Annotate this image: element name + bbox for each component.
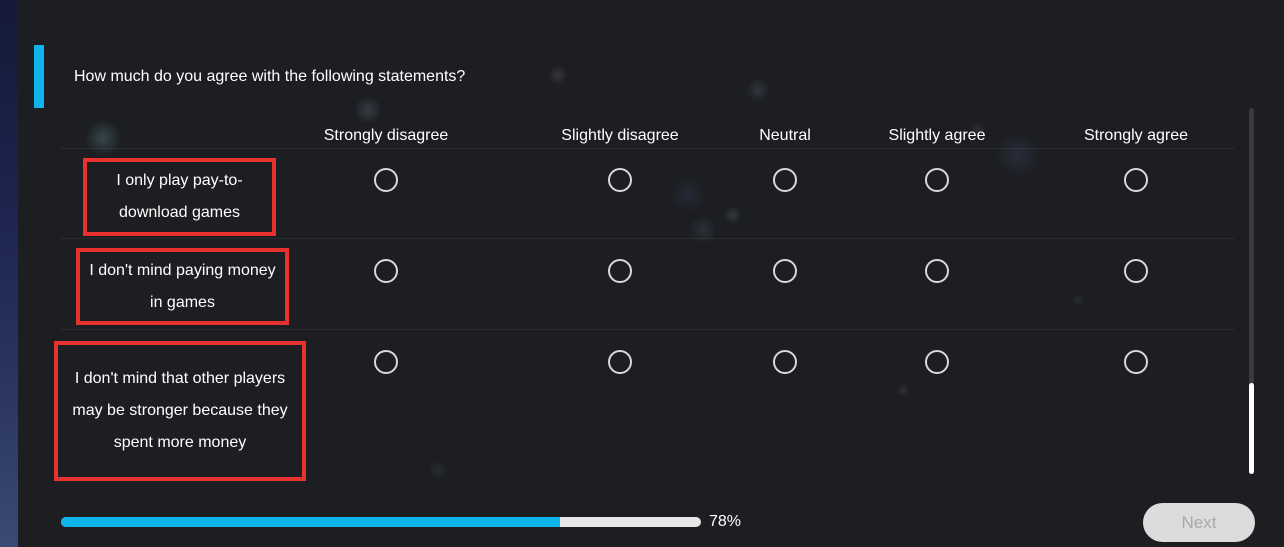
radio-row1-slightly-agree[interactable]: [925, 168, 949, 192]
statement-label: I don't mind that other players may be s…: [54, 341, 306, 481]
window-left-edge: [0, 0, 18, 547]
row-divider: [60, 329, 1235, 330]
col-header-strongly-disagree: Strongly disagree: [323, 127, 449, 144]
col-header-strongly-agree: Strongly agree: [1083, 127, 1189, 144]
radio-row3-slightly-disagree[interactable]: [608, 350, 632, 374]
radio-row3-neutral[interactable]: [773, 350, 797, 374]
vertical-scrollbar[interactable]: [1249, 108, 1254, 474]
statement-label: I don't mind paying money in games: [76, 248, 289, 325]
col-header-neutral: Neutral: [759, 127, 811, 144]
col-header-slightly-disagree: Slightly disagree: [561, 127, 679, 144]
statement-label: I only play pay-to-download games: [83, 158, 276, 236]
radio-row3-slightly-agree[interactable]: [925, 350, 949, 374]
progress-bar: [61, 517, 701, 527]
col-header-slightly-agree: Slightly agree: [888, 127, 986, 144]
radio-row2-neutral[interactable]: [773, 259, 797, 283]
radio-row1-neutral[interactable]: [773, 168, 797, 192]
radio-row2-slightly-disagree[interactable]: [608, 259, 632, 283]
radio-row1-strongly-agree[interactable]: [1124, 168, 1148, 192]
radio-row2-strongly-agree[interactable]: [1124, 259, 1148, 283]
radio-row1-slightly-disagree[interactable]: [608, 168, 632, 192]
question-accent-bar: [34, 45, 44, 108]
row-divider: [60, 238, 1235, 239]
scrollbar-thumb[interactable]: [1249, 383, 1254, 474]
question-text: How much do you agree with the following…: [74, 68, 466, 85]
scale-header-row: Strongly disagree Slightly disagree Neut…: [60, 124, 1235, 149]
radio-row3-strongly-agree[interactable]: [1124, 350, 1148, 374]
next-button[interactable]: Next: [1143, 503, 1255, 542]
radio-row3-strongly-disagree[interactable]: [374, 350, 398, 374]
radio-row1-strongly-disagree[interactable]: [374, 168, 398, 192]
radio-row2-strongly-disagree[interactable]: [374, 259, 398, 283]
progress-bar-fill: [61, 517, 561, 527]
radio-row2-slightly-agree[interactable]: [925, 259, 949, 283]
progress-percent: 78%: [709, 513, 742, 530]
